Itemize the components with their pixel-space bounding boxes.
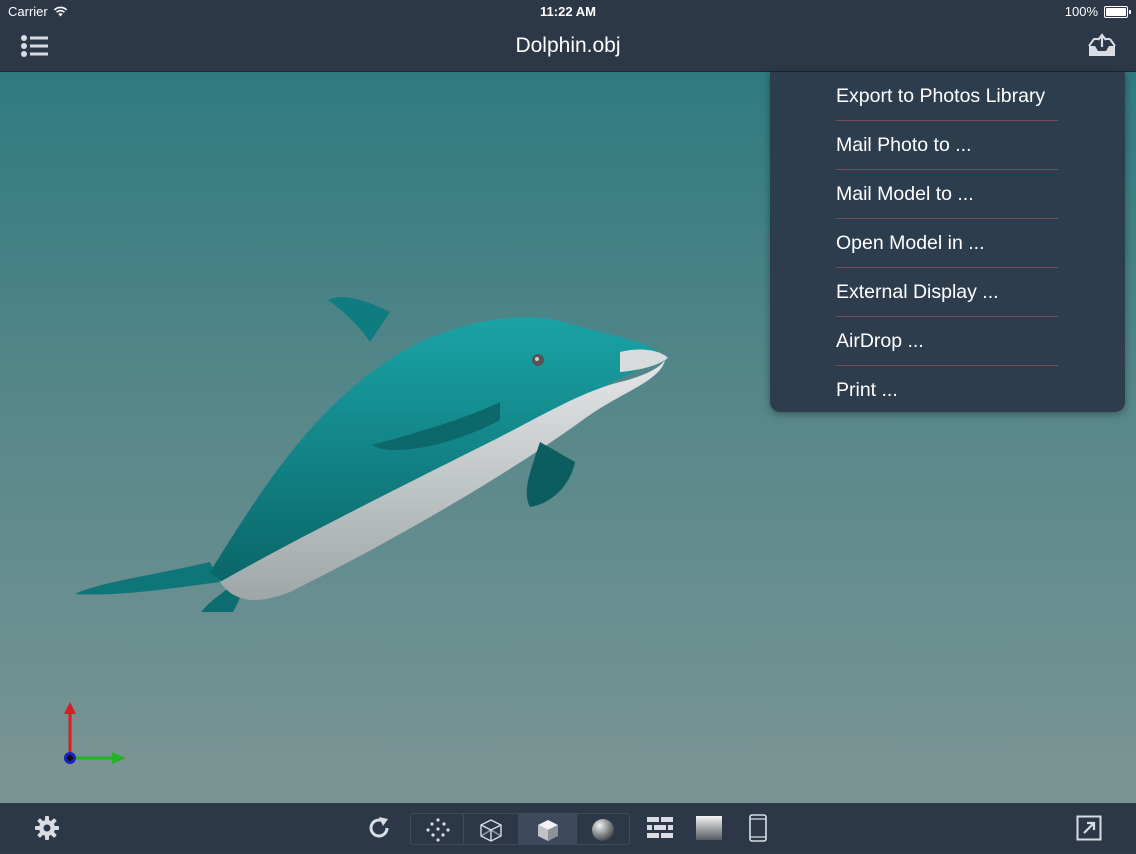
- navigation-bar: Dolphin.obj: [0, 22, 1136, 72]
- fullscreen-button[interactable]: [1074, 803, 1104, 852]
- page-title: Dolphin.obj: [515, 34, 621, 57]
- render-smooth-button[interactable]: [577, 805, 629, 854]
- wireframe-cube-icon: [480, 818, 502, 842]
- settings-button[interactable]: [32, 803, 62, 852]
- reset-view-button[interactable]: [364, 803, 394, 852]
- render-points-button[interactable]: [413, 805, 463, 854]
- menu-item-external-display[interactable]: External Display ...: [836, 268, 1058, 317]
- menu-item-mail-model[interactable]: Mail Model to ...: [836, 170, 1058, 219]
- menu-item-airdrop[interactable]: AirDrop ...: [836, 317, 1058, 366]
- sphere-icon: [592, 818, 614, 841]
- points-icon: [426, 817, 450, 842]
- render-wireframe-button[interactable]: [464, 805, 518, 854]
- device-button[interactable]: [743, 803, 773, 852]
- solid-cube-icon: [537, 819, 558, 841]
- dolphin-model[interactable]: [60, 242, 680, 612]
- menu-item-open-model[interactable]: Open Model in ...: [836, 219, 1058, 268]
- status-bar: Carrier 11:22 AM 100%: [0, 0, 1136, 22]
- axes-gizmo-icon: [64, 702, 126, 764]
- background-button[interactable]: [694, 803, 724, 852]
- menu-item-export-photos[interactable]: Export to Photos Library: [836, 72, 1058, 121]
- status-time: 11:22 AM: [540, 4, 596, 19]
- battery-percent: 100%: [1064, 4, 1098, 19]
- device-icon: [749, 813, 767, 842]
- gradient-icon: [696, 815, 722, 840]
- refresh-icon: [369, 816, 389, 837]
- render-mode-control: [410, 813, 630, 845]
- share-tray-icon: [1088, 33, 1116, 56]
- bottom-toolbar: [0, 803, 1136, 852]
- battery-icon: [1104, 5, 1131, 18]
- texture-brick-icon: [647, 816, 673, 838]
- battery-group: 100%: [1064, 4, 1131, 19]
- texture-button[interactable]: [645, 803, 675, 852]
- expand-icon: [1076, 815, 1102, 840]
- share-menu: Export to Photos Library Mail Photo to .…: [770, 72, 1125, 412]
- menu-item-mail-photo[interactable]: Mail Photo to ...: [836, 121, 1058, 170]
- gear-icon: [35, 815, 59, 840]
- render-solid-button[interactable]: [519, 805, 576, 854]
- menu-item-print[interactable]: Print ...: [836, 366, 1058, 414]
- share-button[interactable]: [1086, 31, 1118, 61]
